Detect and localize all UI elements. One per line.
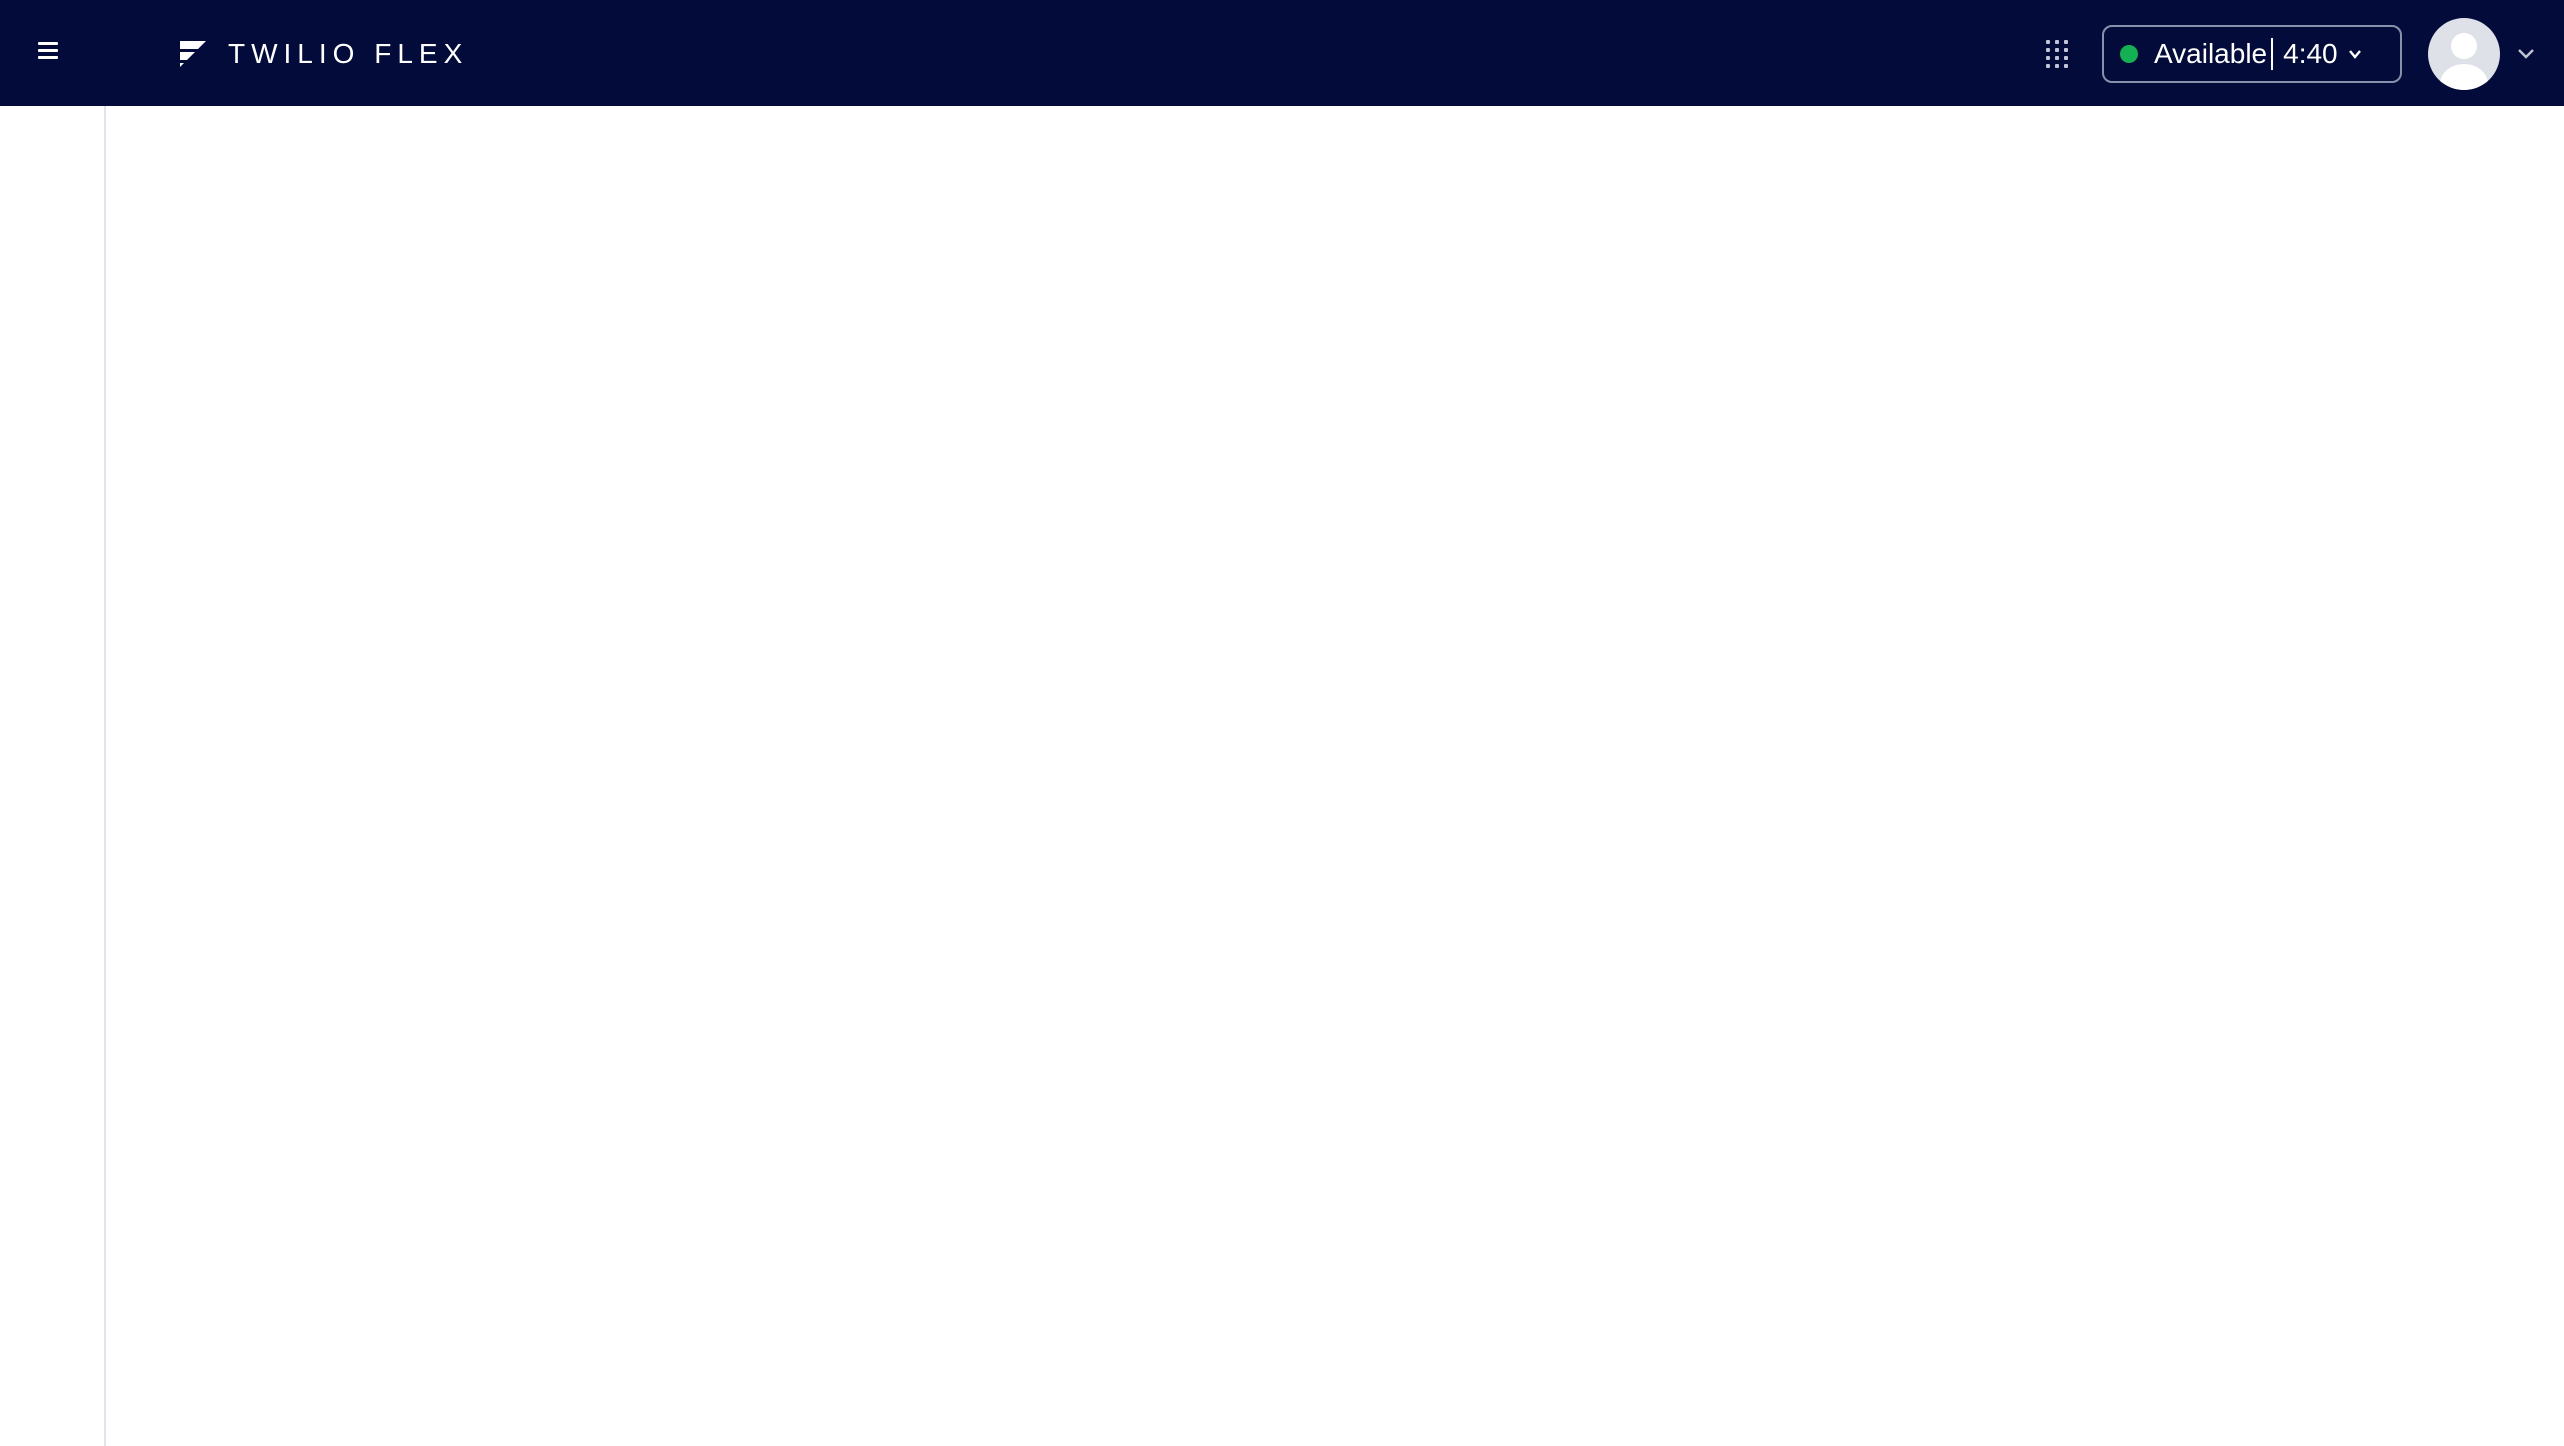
- user-avatar[interactable]: [2428, 18, 2500, 90]
- status-label: Available: [2154, 38, 2268, 69]
- activity-status-button[interactable]: Available 4:40: [2102, 25, 2402, 83]
- hamburger-icon[interactable]: [38, 38, 68, 68]
- status-separator: [2271, 38, 2274, 70]
- chevron-down-icon: [2348, 50, 2361, 59]
- sidebar-item-layers[interactable]: [32, 106, 74, 148]
- side-nav: [0, 106, 106, 1446]
- twilio-flex-logo: TWILIO FLEX: [176, 36, 468, 72]
- flex-logo-icon: [180, 41, 206, 67]
- status-timer: 4:40: [2283, 38, 2338, 69]
- top-bar: TWILIO FLEX Available 4:40: [0, 0, 2564, 106]
- flex-app: TWILIO FLEX Available 4:40: [0, 0, 2564, 1446]
- status-dot: [2120, 45, 2138, 63]
- logo-text: TWILIO FLEX: [228, 38, 469, 69]
- grid-dots-icon[interactable]: [2046, 40, 2068, 68]
- chevron-down-icon[interactable]: [2516, 46, 2536, 60]
- avatar-person-icon: [2440, 33, 2488, 90]
